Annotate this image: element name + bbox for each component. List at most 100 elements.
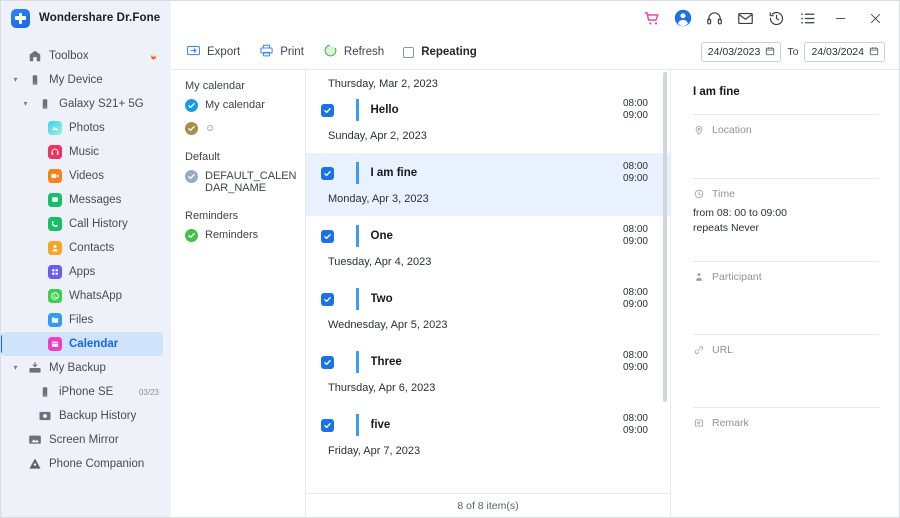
chevron-down-icon[interactable]: ▾ [11,76,20,84]
sidebar-item-phone-companion[interactable]: Phone Companion [1,452,171,476]
event-checkbox[interactable] [321,418,334,432]
sidebar-item-label: My Backup [49,362,106,374]
sidebar-item-my-device[interactable]: ▾ My Device [1,68,171,92]
sidebar-item-whatsapp[interactable]: WhatsApp [1,284,171,308]
chevron-down-icon[interactable]: ▾ [21,100,30,108]
history-icon[interactable] [767,9,785,27]
menu-list-icon[interactable] [798,9,816,27]
event-row[interactable]: I am fine 08:00 09:00 [306,153,670,193]
toolbox-icon [27,49,42,63]
content-panels: My calendar My calendar ☺ Default DEFAULT_CA… [171,70,899,517]
cart-icon[interactable] [643,9,661,27]
calendar-source-list: My calendar My calendar ☺ Default DEFAULT_CA… [171,70,306,517]
date-from-value: 24/03/2023 [707,46,761,58]
sidebar-item-apps[interactable]: Apps [1,260,171,284]
event-item[interactable]: I am fine 08:00 09:00 Monday, Apr 3, 2023 [306,153,670,216]
date-to-label: To [787,46,799,58]
sidebar-item-toolbox[interactable]: Toolbox [1,44,171,68]
sidebar-item-label: Backup History [59,410,137,422]
event-title: Three [370,356,402,368]
sidebar-item-iphone-se[interactable]: iPhone SE 03/23 [1,380,171,404]
sidebar-item-photos[interactable]: Photos [1,116,171,140]
sidebar-item-label: Contacts [69,242,115,254]
event-accent-bar [356,99,359,121]
event-accent-bar [356,288,359,310]
check-circle-icon[interactable] [185,99,198,112]
sidebar-item-videos[interactable]: Videos [1,164,171,188]
sidebar-item-call-history[interactable]: Call History [1,212,171,236]
event-item[interactable]: Three 08:00 09:00 Thursday, Apr 6, 2023 [306,342,670,405]
date-from-input[interactable]: 24/03/2023 [700,42,782,62]
sidebar-item-screen-mirror[interactable]: Screen Mirror [1,428,171,452]
chevron-down-icon[interactable]: ▾ [11,364,20,372]
sidebar-item-galaxy-s21-5g[interactable]: ▾ Galaxy S21+ 5G [1,92,171,116]
event-row[interactable]: Two 08:00 09:00 [306,279,670,319]
event-item[interactable]: One 08:00 09:00 Tuesday, Apr 4, 2023 [306,216,670,279]
sidebar-item-my-backup[interactable]: ▾ My Backup [1,356,171,380]
plus-badge-icon [11,8,30,28]
event-checkbox[interactable] [321,166,334,180]
event-title: I am fine [370,167,418,179]
event-accent-bar [356,414,359,436]
event-row[interactable]: Hello 08:00 09:00 [306,90,670,130]
event-date: Tuesday, Apr 4, 2023 [328,256,432,268]
calendar-source-item[interactable]: DEFAULT_CALENDAR_NAME [185,170,297,194]
event-start-time: 08:00 [622,412,648,424]
event-item[interactable]: Hello 08:00 09:00 Sunday, Apr 2, 2023 [306,90,670,153]
sidebar-item-files[interactable]: Files [1,308,171,332]
event-end-time: 09:00 [622,110,648,121]
event-item[interactable]: Two 08:00 09:00 Wednesday, Apr 5, 2023 [306,279,670,342]
sidebar-item-label: Galaxy S21+ 5G [59,98,144,110]
event-item[interactable]: five 08:00 09:00 Friday, Apr 7, 2023 [306,405,670,468]
print-button[interactable]: Print [259,40,304,64]
refresh-button[interactable]: Refresh [323,40,384,64]
close-button[interactable] [864,7,886,29]
account-icon[interactable] [674,9,692,27]
event-row[interactable]: One 08:00 09:00 [306,216,670,256]
location-label: Location [712,124,752,136]
link-icon [693,345,704,356]
calendar-source-label: DEFAULT_CALENDAR_NAME [205,170,297,194]
event-checkbox[interactable] [321,292,334,306]
detail-participant-section: Participant [693,261,879,334]
call-history-icon [47,217,62,231]
headset-icon[interactable] [705,9,723,27]
export-button[interactable]: Export [186,40,240,64]
check-circle-icon[interactable] [185,170,198,183]
sidebar-item-music[interactable]: Music [1,140,171,164]
sidebar-item-backup-history[interactable]: Backup History [1,404,171,428]
event-row[interactable]: five 08:00 09:00 [306,405,670,445]
check-circle-icon[interactable] [185,229,198,242]
events-scrollbar[interactable] [663,72,667,402]
sidebar-item-calendar[interactable]: Calendar [1,332,163,356]
date-to-input[interactable]: 24/03/2024 [804,42,885,62]
repeating-label: Repeating [421,46,477,58]
event-checkbox[interactable] [321,103,334,117]
time-value-repeat: repeats Never [693,221,759,234]
sidebar-item-messages[interactable]: Messages [1,188,171,212]
event-checkbox[interactable] [321,355,334,369]
detail-location-section: Location [693,114,879,178]
sidebar-item-label: Photos [69,122,105,134]
calendar-source-item[interactable]: ☺ [185,122,297,135]
print-label: Print [280,46,304,58]
event-start-time: 08:00 [622,349,648,361]
files-icon [47,313,62,327]
mail-icon[interactable] [736,9,754,27]
event-checkbox[interactable] [321,229,334,243]
sidebar-item-contacts[interactable]: Contacts [1,236,171,260]
note-icon [693,418,704,429]
participant-label: Participant [712,271,762,283]
calendar-source-item[interactable]: Reminders [185,229,297,242]
check-circle-icon[interactable] [185,122,198,135]
event-end-time: 09:00 [622,362,648,373]
sidebar-item-label: Screen Mirror [49,434,119,446]
repeating-checkbox[interactable]: Repeating [403,46,477,58]
event-date: Monday, Apr 3, 2023 [328,193,429,205]
event-date: Sunday, Apr 2, 2023 [328,130,427,142]
event-row[interactable]: Three 08:00 09:00 [306,342,670,382]
event-title: One [370,230,393,242]
minimize-button[interactable] [829,7,851,29]
event-time-range: 08:00 09:00 [623,224,648,249]
calendar-source-item[interactable]: My calendar [185,99,297,112]
